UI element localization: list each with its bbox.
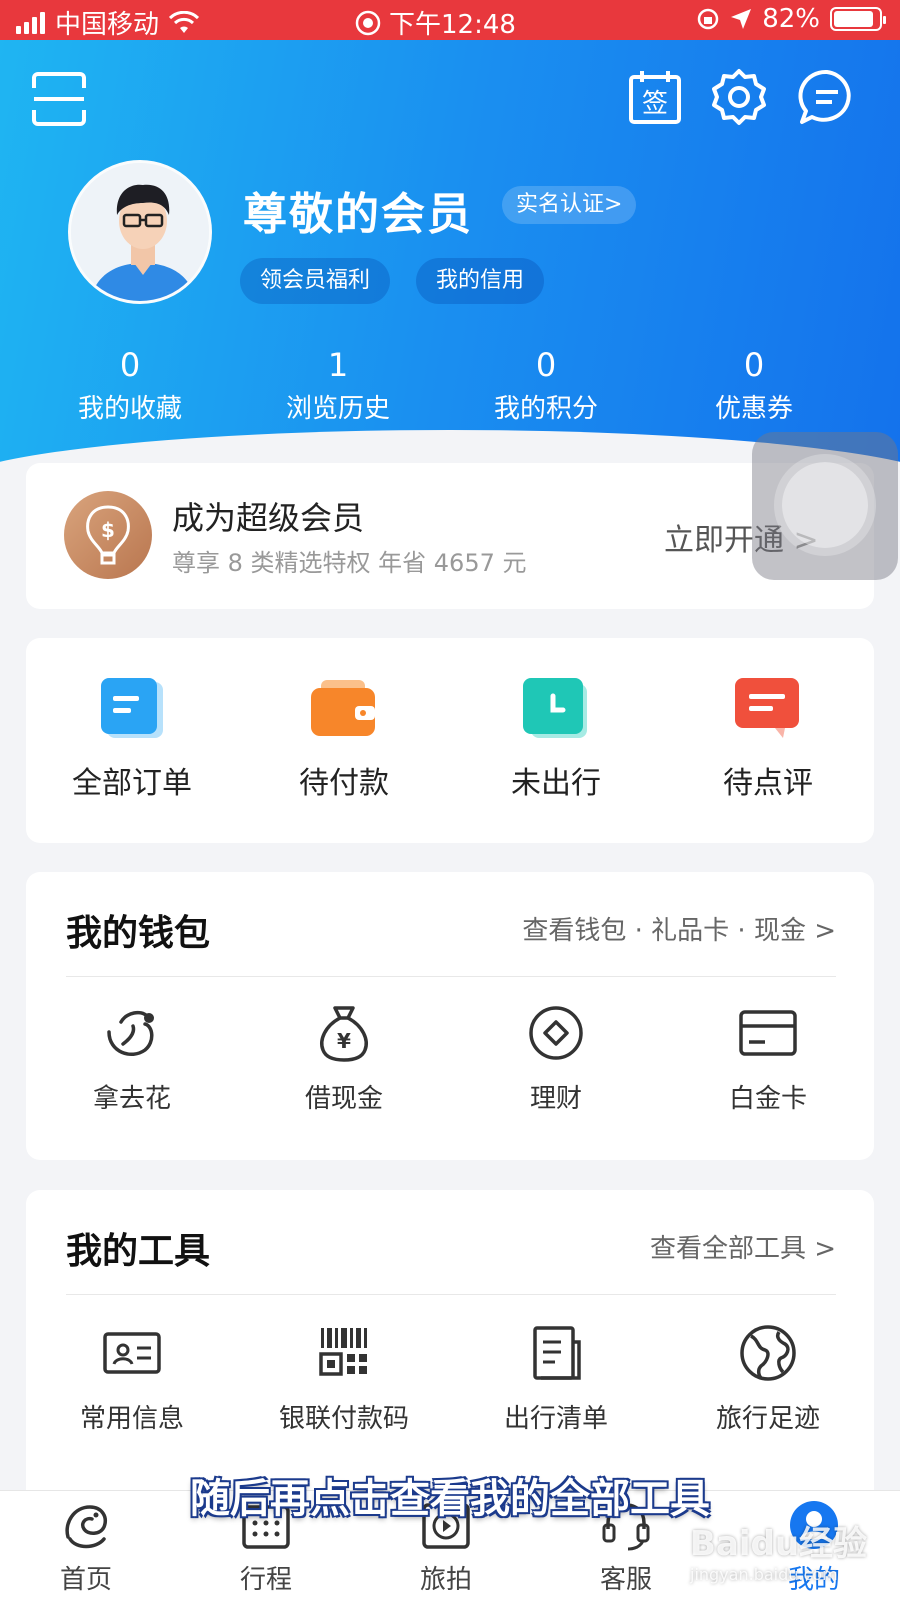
wallet-item-label: 借现金 bbox=[304, 1084, 383, 1114]
tools-title: 我的工具 bbox=[66, 1231, 211, 1272]
tab-label: 首页 bbox=[59, 1565, 112, 1595]
stat-value: 0 bbox=[535, 346, 557, 384]
stat-value: 1 bbox=[327, 346, 349, 384]
message-icon[interactable] bbox=[798, 68, 856, 126]
watermark-brand: Baidu经验 bbox=[690, 1524, 868, 1564]
clock-time: 下午12:48 bbox=[389, 10, 516, 40]
record-icon bbox=[355, 10, 381, 35]
naquhua-button[interactable]: 拿去花 bbox=[26, 1002, 238, 1115]
order-label: 未出行 bbox=[511, 766, 601, 801]
wallet-card: 我的钱包 查看钱包 · 礼品卡 · 现金 > 拿去花 ¥ 借现金 理财 白金卡 bbox=[26, 872, 874, 1160]
divider bbox=[66, 1294, 836, 1295]
view-all-tools-link[interactable]: 查看全部工具 > bbox=[650, 1228, 836, 1265]
carrier-name: 中国移动 bbox=[55, 10, 160, 40]
platinum-card-button[interactable]: 白金卡 bbox=[662, 1002, 874, 1115]
common-info-button[interactable]: 常用信息 bbox=[26, 1322, 238, 1435]
signal-icon bbox=[16, 11, 45, 34]
pending-payment-button[interactable]: 待付款 bbox=[238, 678, 450, 802]
stat-label: 浏览历史 bbox=[285, 394, 390, 424]
stat-points[interactable]: 0 我的积分 bbox=[446, 345, 646, 429]
order-label: 待点评 bbox=[723, 766, 813, 801]
sign-in-calendar-icon[interactable]: 签 bbox=[626, 68, 684, 126]
vip-title: 成为超级会员 bbox=[172, 499, 365, 537]
stat-value: 0 bbox=[743, 346, 765, 384]
avatar[interactable] bbox=[68, 160, 212, 304]
wallet-item-label: 拿去花 bbox=[92, 1084, 171, 1114]
unionpay-code-button[interactable]: 银联付款码 bbox=[238, 1322, 450, 1435]
order-list-icon bbox=[99, 678, 165, 740]
borrow-cash-button[interactable]: ¥ 借现金 bbox=[238, 1002, 450, 1115]
assistive-touch-button[interactable] bbox=[752, 432, 898, 580]
scan-icon[interactable] bbox=[30, 70, 88, 128]
battery-icon bbox=[830, 7, 886, 31]
travel-checklist-button[interactable]: 出行清单 bbox=[450, 1322, 662, 1435]
status-bar: 中国移动 下午12:48 82% bbox=[0, 0, 900, 40]
watermark-url: jingyan.baidu.com bbox=[690, 1565, 838, 1584]
hot-air-balloon-icon: $ bbox=[64, 491, 152, 579]
baidu-jingyan-watermark: Baidu经验 jingyan.baidu.com bbox=[690, 1516, 867, 1584]
stat-history[interactable]: 1 浏览历史 bbox=[238, 345, 438, 429]
my-credit-pill[interactable]: 我的信用 bbox=[416, 258, 545, 304]
wallet-title: 我的钱包 bbox=[66, 913, 211, 954]
stat-label: 我的积分 bbox=[493, 394, 598, 424]
tool-label: 旅行足迹 bbox=[715, 1404, 820, 1434]
order-label: 待付款 bbox=[299, 766, 389, 801]
globe-icon bbox=[737, 1322, 799, 1384]
super-vip-card[interactable]: $ 成为超级会员 尊享 8 类精选特权 年省 4657 元 立即开通 > bbox=[26, 463, 874, 609]
wallet-item-label: 理财 bbox=[529, 1084, 582, 1114]
location-arrow-icon bbox=[731, 9, 752, 29]
wifi-icon bbox=[169, 10, 200, 33]
comment-icon bbox=[735, 678, 801, 740]
realname-verify-badge[interactable]: 实名认证> bbox=[502, 186, 637, 224]
travel-footprint-button[interactable]: 旅行足迹 bbox=[662, 1322, 874, 1435]
finance-icon bbox=[525, 1002, 587, 1064]
clock-icon bbox=[523, 678, 589, 740]
all-orders-button[interactable]: 全部订单 bbox=[26, 678, 238, 802]
divider bbox=[66, 976, 836, 977]
not-traveled-button[interactable]: 未出行 bbox=[450, 678, 662, 802]
battery-percent: 82% bbox=[762, 4, 820, 34]
tab-label: 旅拍 bbox=[419, 1565, 472, 1595]
stat-value: 0 bbox=[119, 346, 141, 384]
pending-review-button[interactable]: 待点评 bbox=[662, 678, 874, 802]
settings-gear-icon[interactable] bbox=[710, 68, 768, 126]
tool-label: 银联付款码 bbox=[278, 1404, 409, 1434]
tab-label: 行程 bbox=[239, 1565, 292, 1595]
orders-card: 全部订单 待付款 未出行 待点评 bbox=[26, 638, 874, 843]
member-benefits-pill[interactable]: 领会员福利 bbox=[240, 258, 391, 304]
money-bag-icon: ¥ bbox=[313, 1002, 375, 1064]
tab-label: 客服 bbox=[599, 1565, 652, 1595]
wallet-item-label: 白金卡 bbox=[728, 1084, 807, 1114]
card-icon bbox=[737, 1002, 799, 1064]
naquhua-icon bbox=[101, 1002, 163, 1064]
wallet-icon bbox=[311, 678, 377, 740]
rotation-lock-icon bbox=[697, 8, 719, 30]
username: 尊敬的会员 bbox=[243, 189, 473, 240]
qr-code-icon bbox=[313, 1322, 375, 1384]
stat-label: 优惠券 bbox=[714, 394, 793, 424]
view-wallet-link[interactable]: 查看钱包 · 礼品卡 · 现金 > bbox=[522, 910, 836, 947]
checklist-icon bbox=[525, 1322, 587, 1384]
stat-coupons[interactable]: 0 优惠券 bbox=[654, 345, 854, 429]
id-card-icon bbox=[101, 1322, 163, 1384]
svg-text:签: 签 bbox=[642, 89, 668, 119]
stat-favorites[interactable]: 0 我的收藏 bbox=[30, 345, 230, 429]
finance-button[interactable]: 理财 bbox=[450, 1002, 662, 1115]
svg-text:¥: ¥ bbox=[337, 1029, 351, 1053]
order-label: 全部订单 bbox=[72, 766, 192, 801]
vip-subtitle: 尊享 8 类精选特权 年省 4657 元 bbox=[172, 549, 527, 577]
stat-label: 我的收藏 bbox=[77, 394, 182, 424]
tool-label: 出行清单 bbox=[503, 1404, 608, 1434]
tool-label: 常用信息 bbox=[79, 1404, 184, 1434]
svg-text:$: $ bbox=[101, 518, 115, 542]
